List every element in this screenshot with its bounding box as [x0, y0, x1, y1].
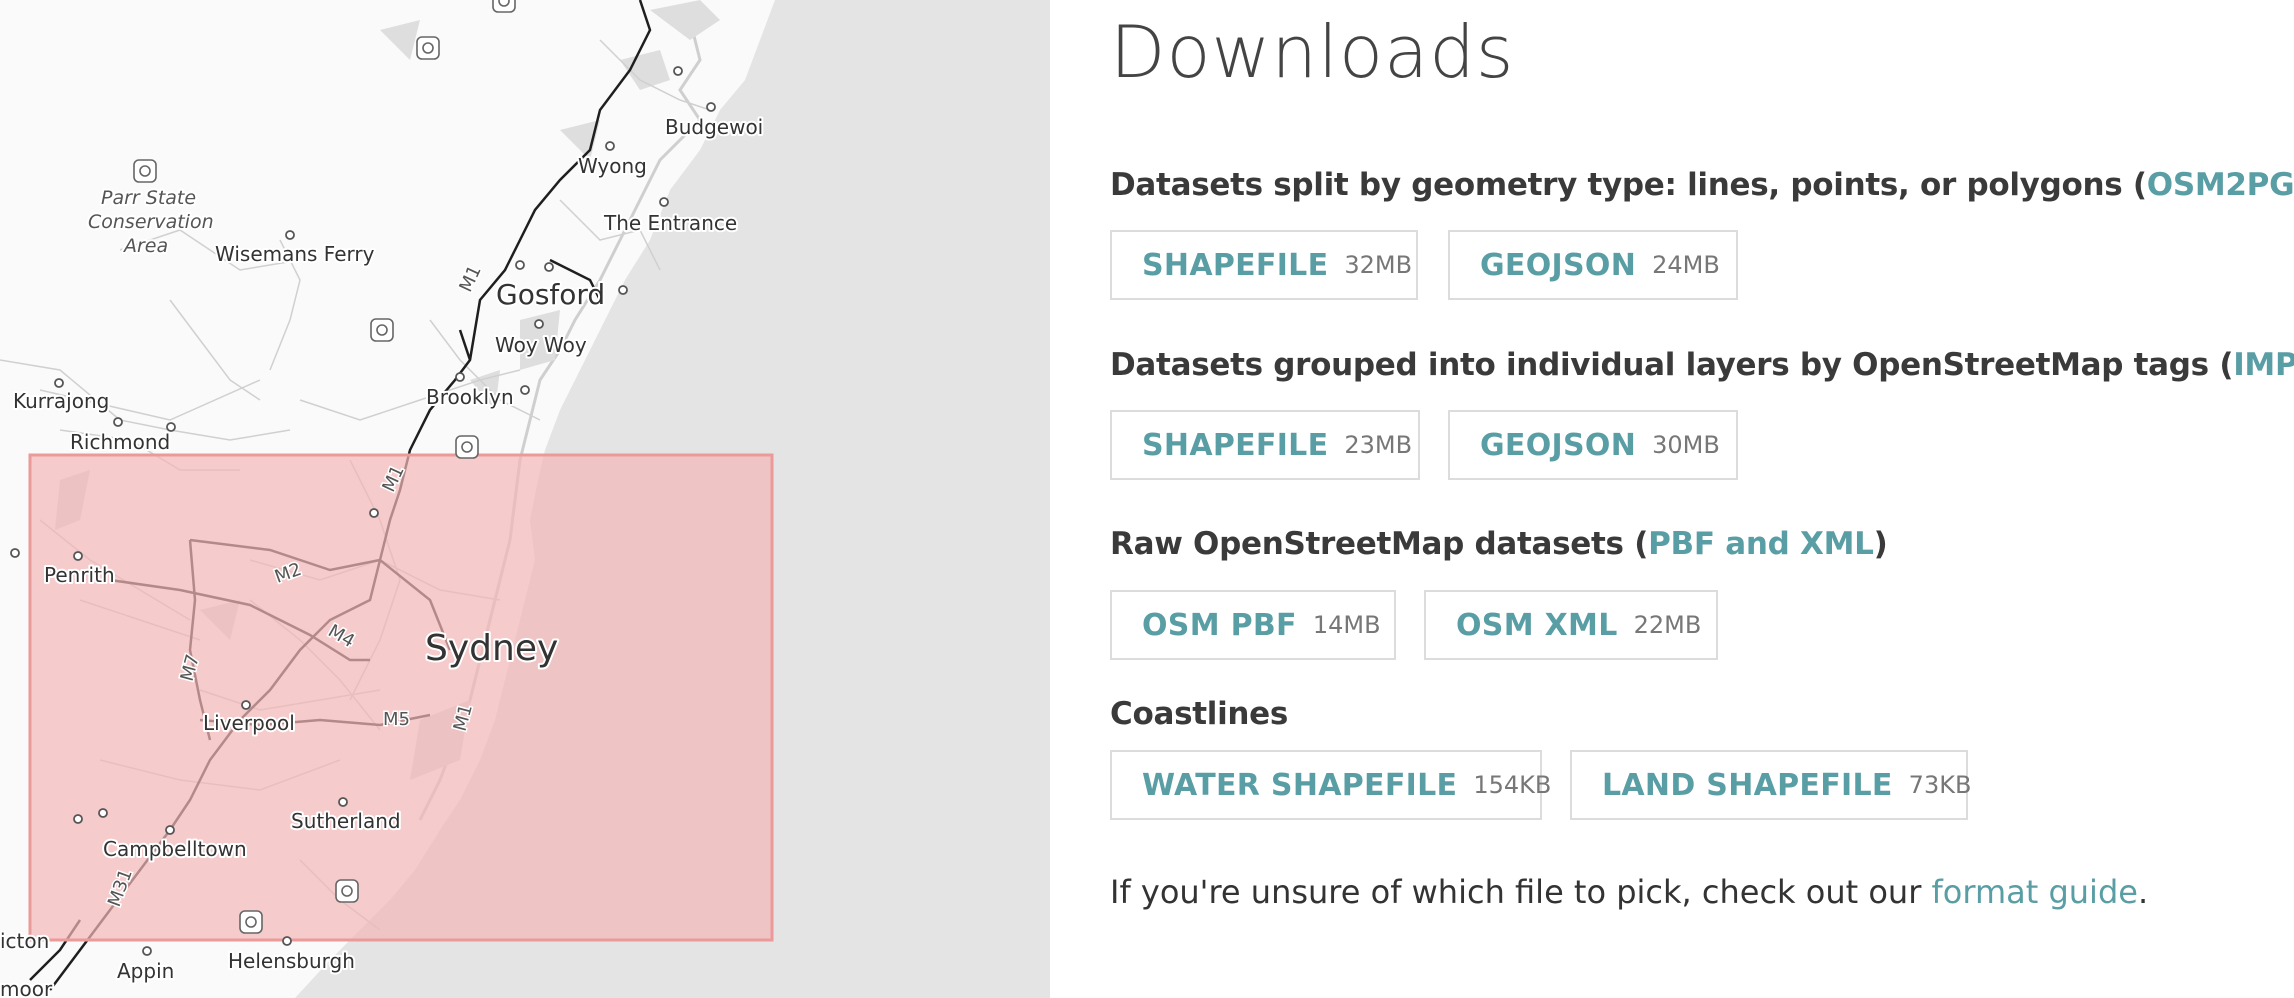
label-penrith: Penrith — [44, 563, 115, 587]
downloads-panel: Downloads Datasets split by geometry typ… — [1110, 0, 2294, 998]
button-label: GEOJSON — [1480, 247, 1637, 283]
label-wyong: Wyong — [578, 154, 647, 178]
section-heading-raw: Raw OpenStreetMap datasets (PBF and XML) — [1110, 526, 1888, 562]
label-sutherland: Sutherland — [291, 809, 401, 833]
label-gosford: Gosford — [496, 278, 605, 311]
osm2pgsql-link[interactable]: OSM2PGSQL — [2147, 167, 2294, 203]
section-heading-coastlines: Coastlines — [1110, 696, 1289, 732]
label-budgewoi: Budgewoi — [665, 115, 763, 139]
label-parr-3: Area — [122, 235, 168, 257]
file-size: 73KB — [1908, 771, 1972, 799]
land-shapefile-button[interactable]: LAND SHAPEFILE 73KB — [1570, 750, 1971, 820]
label-parr-1: Parr State — [101, 187, 196, 209]
park-icon — [492, 0, 516, 13]
button-label: LAND SHAPEFILE — [1602, 767, 1893, 803]
park-icon — [455, 435, 479, 459]
file-size: 30MB — [1652, 431, 1720, 459]
map-view[interactable]: M1 M1 M2 M4 M7 M5 M1 M31 Budgewoi Wyong … — [0, 0, 1050, 998]
park-icon — [335, 879, 359, 903]
button-label: GEOJSON — [1480, 427, 1637, 463]
label-sydney: Sydney — [425, 628, 558, 669]
park-icon — [370, 318, 394, 342]
label-brooklyn: Brooklyn — [426, 385, 514, 409]
label-campbelltown: Campbelltown — [103, 837, 247, 861]
layers-shapefile-button[interactable]: SHAPEFILE 23MB — [1110, 410, 1420, 480]
geometry-geojson-button[interactable]: GEOJSON 24MB — [1448, 230, 1738, 300]
file-size: 23MB — [1344, 431, 1413, 459]
button-label: OSM PBF — [1142, 607, 1297, 643]
label-parr-2: Conservation — [88, 211, 214, 233]
water-shapefile-button[interactable]: WATER SHAPEFILE 154KB — [1110, 750, 1551, 820]
geometry-shapefile-button[interactable]: SHAPEFILE 32MB — [1110, 230, 1418, 300]
file-size: 24MB — [1652, 251, 1720, 279]
label-the-entrance: The Entrance — [603, 211, 737, 235]
label-woy-woy: Woy Woy — [495, 333, 587, 357]
osm-pbf-button[interactable]: OSM PBF 14MB — [1110, 590, 1396, 660]
label-moor: moor — [0, 977, 53, 998]
button-label: OSM XML — [1456, 607, 1618, 643]
layers-geojson-button[interactable]: GEOJSON 30MB — [1448, 410, 1738, 480]
section-heading-layers: Datasets grouped into individual layers … — [1110, 347, 2294, 383]
file-size: 32MB — [1344, 251, 1413, 279]
label-kurrajong: Kurrajong — [13, 389, 109, 413]
button-label: WATER SHAPEFILE — [1142, 767, 1458, 803]
label-appin: Appin — [117, 959, 174, 983]
label-richmond: Richmond — [70, 430, 170, 454]
format-guide-link[interactable]: format guide — [1932, 873, 2138, 911]
map-canvas[interactable]: M1 M1 M2 M4 M7 M5 M1 M31 Budgewoi Wyong … — [0, 0, 1050, 998]
park-icon — [416, 36, 440, 60]
osm-xml-button[interactable]: OSM XML 22MB — [1424, 590, 1718, 660]
file-size: 22MB — [1633, 611, 1702, 639]
imposm-link[interactable]: IMPOSM — [2233, 347, 2294, 383]
button-label: SHAPEFILE — [1142, 427, 1329, 463]
park-icon — [239, 910, 263, 934]
park-icon — [133, 159, 157, 183]
selection-box[interactable] — [28, 453, 774, 942]
section-heading-geometry: Datasets split by geometry type: lines, … — [1110, 167, 2294, 203]
button-label: SHAPEFILE — [1142, 247, 1329, 283]
page-title: Downloads — [1110, 10, 1515, 94]
label-liverpool: Liverpool — [203, 711, 295, 735]
label-wisemans-ferry: Wisemans Ferry — [215, 242, 375, 266]
label-helensburgh: Helensburgh — [228, 949, 355, 973]
format-guide-note: If you're unsure of which file to pick, … — [1110, 873, 2149, 911]
label-picton: icton — [0, 929, 49, 953]
highway-label-m5: M5 — [383, 709, 410, 730]
pbf-xml-link[interactable]: PBF and XML — [1648, 526, 1874, 562]
file-size: 154KB — [1473, 771, 1552, 799]
file-size: 14MB — [1312, 611, 1381, 639]
